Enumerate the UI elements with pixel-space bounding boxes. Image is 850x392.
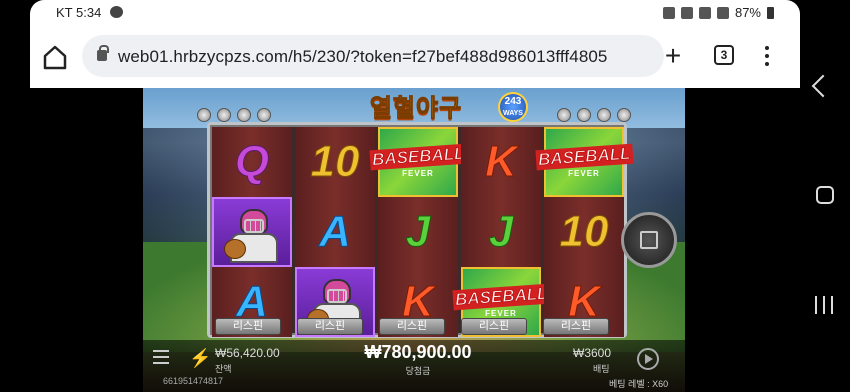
back-icon[interactable] xyxy=(811,74,835,98)
url-text[interactable]: web01.hrbzycpzs.com/h5/230/?token=f27bef… xyxy=(118,47,607,67)
frame-bolt xyxy=(197,108,211,122)
symbol-baseball-fever: BASEBALL FEVER xyxy=(369,127,467,197)
home-nav-icon[interactable] xyxy=(816,186,834,204)
symbol-baseball-text: BASEBALL xyxy=(452,283,550,310)
reel-column: QA xyxy=(212,127,292,337)
game-logo: 열혈야구 xyxy=(351,88,481,123)
symbol-10: 10 xyxy=(310,137,360,187)
ways-badge: 243 WAYS xyxy=(498,92,528,122)
frame-bolt xyxy=(577,108,591,122)
symbol-fever-text: FEVER xyxy=(402,168,434,178)
slot-game: 열혈야구 243 WAYS Q A 10 A BASEBALL FEVER J K K J BASEB… xyxy=(143,88,685,392)
frame-bolt xyxy=(237,108,251,122)
symbol-q: Q xyxy=(234,137,270,187)
reel-column: 10 A xyxy=(295,127,375,337)
more-menu-icon[interactable] xyxy=(760,44,774,68)
bet-label: 배팅 xyxy=(593,364,610,374)
catcher-glove xyxy=(224,239,246,259)
symbol-catcher xyxy=(212,197,292,267)
frame-bolt xyxy=(257,108,271,122)
symbol-baseball-text: BASEBALL xyxy=(369,143,467,170)
symbol-k: K xyxy=(485,137,518,187)
reel-column: K J BASEBALL FEVER xyxy=(452,127,550,337)
screen: KT 5:34 87% web01.hrbzycpzs.com/h5/230/?… xyxy=(0,0,850,392)
recent-apps-icon[interactable] xyxy=(815,296,833,314)
symbol-fever-text: FEVER xyxy=(568,168,600,178)
tab-switcher-button[interactable]: 3 xyxy=(714,45,734,65)
symbol-j: J xyxy=(488,207,514,257)
android-navigation-bar xyxy=(800,0,850,392)
battery-icon xyxy=(767,6,774,19)
wifi-icon xyxy=(680,6,693,19)
reel-frame: Q A 10 A BASEBALL FEVER J K K J BASEBALL FEVER BASEB… xyxy=(207,122,633,338)
status-bar: KT 5:34 87% xyxy=(30,0,800,26)
respin-button[interactable]: 리스핀 xyxy=(379,318,445,335)
catcher-mask xyxy=(244,219,264,233)
chat-notification-icon xyxy=(110,6,123,18)
catcher-mask xyxy=(327,289,347,303)
reel-column: BASEBALL FEVER J K xyxy=(369,127,467,337)
address-bar[interactable]: web01.hrbzycpzs.com/h5/230/?token=f27bef… xyxy=(82,35,664,77)
autoplay-icon[interactable] xyxy=(637,348,659,370)
bet-level: 베팅 레벨 : X60 xyxy=(609,379,669,389)
frame-bolt xyxy=(617,108,631,122)
stop-icon xyxy=(640,231,658,249)
hd-icon xyxy=(698,6,711,19)
frame-bolt xyxy=(217,108,231,122)
win-label: 당첨금 xyxy=(405,366,431,376)
symbol-a: A xyxy=(319,207,352,257)
round-id: 661951474817 xyxy=(163,376,224,386)
respin-button[interactable]: 리스핀 xyxy=(215,318,281,335)
battery-percent: 87% xyxy=(734,5,761,20)
frame-bolt xyxy=(557,108,571,122)
symbol-baseball-text: BASEBALL xyxy=(535,143,633,170)
symbol-baseball-fever: BASEBALL FEVER xyxy=(535,127,633,197)
spin-stop-button[interactable] xyxy=(621,212,677,268)
frame-bolt xyxy=(597,108,611,122)
browser-chrome: KT 5:34 87% web01.hrbzycpzs.com/h5/230/?… xyxy=(30,0,800,88)
respin-button[interactable]: 리스핀 xyxy=(543,318,609,335)
balance-label: 잔액 xyxy=(215,364,232,374)
symbol-fever-text: FEVER xyxy=(485,308,517,318)
symbol-j: J xyxy=(405,207,431,257)
reel-column: BASEBALL FEVER 10 K xyxy=(535,127,633,337)
symbol-10: 10 xyxy=(559,207,609,257)
bet-value[interactable]: ₩3600 xyxy=(573,346,611,360)
url-bar-row: web01.hrbzycpzs.com/h5/230/?token=f27bef… xyxy=(30,30,800,84)
respin-button[interactable]: 리스핀 xyxy=(297,318,363,335)
turbo-lightning-icon[interactable]: ⚡ xyxy=(189,348,211,369)
carrier-and-time: KT 5:34 xyxy=(56,5,102,20)
status-icons: 87% xyxy=(662,5,774,20)
respin-button[interactable]: 리스핀 xyxy=(461,318,527,335)
respin-row: 리스핀 리스핀 리스핀 리스핀 리스핀 xyxy=(215,318,625,338)
alarm-icon xyxy=(662,6,675,19)
signal-icon xyxy=(716,6,729,19)
home-icon[interactable] xyxy=(40,42,70,72)
lock-icon xyxy=(97,45,109,61)
game-title: 열혈야구 xyxy=(369,95,463,123)
hamburger-menu-icon[interactable] xyxy=(153,350,169,364)
balance-value: ₩56,420.00 xyxy=(215,346,280,360)
win-amount: ₩780,900.00 xyxy=(364,342,472,362)
bottom-control-bar: ⚡ ₩56,420.00 잔액 ₩780,900.00 당첨금 ₩3600 배팅… xyxy=(143,340,685,392)
new-tab-button[interactable]: + xyxy=(658,42,688,72)
